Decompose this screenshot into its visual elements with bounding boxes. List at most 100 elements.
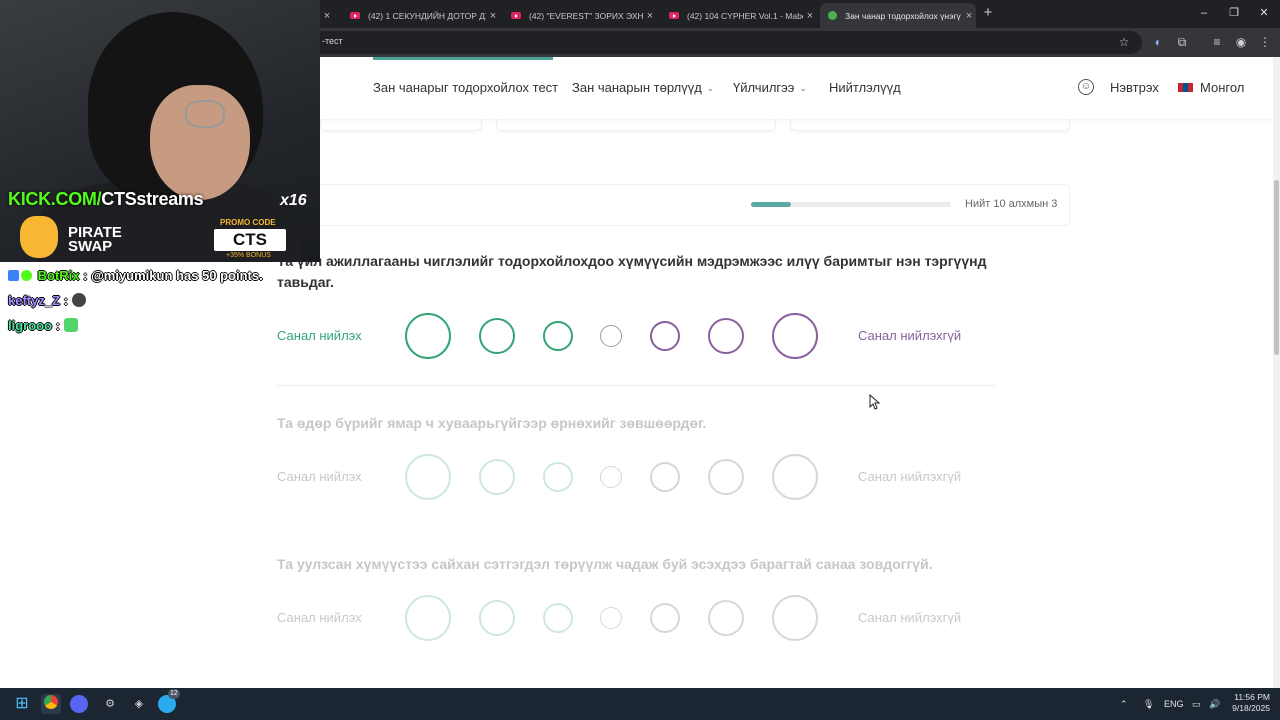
answer-option-5[interactable] [650, 603, 680, 633]
clock-time: 11:56 PM [1234, 692, 1270, 702]
promo-label: PROMO CODE [220, 218, 276, 227]
answer-option-5[interactable] [650, 462, 680, 492]
login-link[interactable]: Нэвтрэх [1110, 80, 1159, 95]
kick-channel-name: CTSstreams [101, 189, 204, 209]
answer-option-7[interactable] [772, 595, 818, 641]
disagree-label: Санал нийлэхгүй [858, 610, 962, 625]
close-icon[interactable]: × [803, 10, 817, 22]
answer-option-2[interactable] [479, 600, 515, 636]
star-icon[interactable]: ☆ [1115, 33, 1133, 51]
discord-icon[interactable] [70, 695, 88, 713]
tab-youtube-2[interactable]: (42) "EVEREST" ЗОРИХ ЭХНИЙ × [503, 3, 657, 28]
chrome-icon[interactable] [41, 694, 61, 714]
streamer-webcam-overlay: KICK.COM/CTSstreams x16 PIRATE SWAP PROMO… [0, 0, 320, 262]
screen: × (42) 1 СЕКУНДИЙН ДОТОР ДУ × (42) "EVER… [0, 0, 1280, 720]
mod-badge-icon [8, 270, 19, 281]
youtube-icon [511, 12, 521, 19]
youtube-icon [669, 12, 679, 19]
app-icon[interactable]: ⚙ [100, 694, 120, 714]
answer-option-3[interactable] [543, 462, 573, 492]
window-close-button[interactable]: ✕ [1254, 5, 1274, 21]
chat-username: BotRix [37, 268, 80, 283]
agree-label: Санал нийлэх [277, 328, 362, 343]
card-edge [320, 119, 482, 131]
answer-option-4[interactable] [600, 325, 622, 347]
verified-badge-icon [21, 270, 32, 281]
answer-option-2[interactable] [479, 318, 515, 354]
answer-option-3[interactable] [543, 603, 573, 633]
answer-option-1[interactable] [405, 595, 451, 641]
question-3-text: Та уулзсан хүмүүстээ сайхан сэтгэгдэл тө… [277, 556, 933, 572]
answer-option-2[interactable] [479, 459, 515, 495]
pirate-mascot-icon [20, 216, 58, 258]
sponsor-name: PIRATE SWAP [68, 225, 122, 254]
volume-icon[interactable]: 🔊 [1209, 699, 1220, 710]
tab-title: (42) "EVEREST" ЗОРИХ ЭХНИЙ [529, 10, 643, 21]
answer-option-5[interactable] [650, 321, 680, 351]
tab-partial-close[interactable]: × [320, 3, 338, 28]
nav-services-label: Үйлчилгээ [733, 80, 795, 95]
close-icon[interactable]: × [643, 10, 657, 22]
youtube-icon [350, 12, 360, 19]
chevron-up-icon[interactable]: ⌃ [1120, 699, 1128, 710]
streamer-glasses [185, 100, 225, 128]
address-bar[interactable] [300, 31, 1142, 54]
chat-separator: : [55, 318, 61, 333]
steam-icon[interactable]: ◈ [129, 694, 149, 714]
tab-youtube-1[interactable]: (42) 1 СЕКУНДИЙН ДОТОР ДУ × [342, 3, 500, 28]
answer-option-6[interactable] [708, 318, 744, 354]
nav-types-label: Зан чанарын төрлүүд [572, 80, 702, 95]
nav-services-link[interactable]: Үйлчилгээ ⌄ [733, 80, 807, 95]
answer-option-6[interactable] [708, 600, 744, 636]
answer-option-4[interactable] [600, 607, 622, 629]
disagree-label: Санал нийлэхгүй [858, 328, 962, 343]
answer-option-7[interactable] [772, 313, 818, 359]
mongolia-flag-icon [1178, 83, 1193, 92]
kick-channel-banner: KICK.COM/CTSstreams [8, 189, 204, 210]
read-aloud-icon[interactable]: ◖ [1148, 33, 1166, 51]
chat-username: keftyz_Z [8, 293, 61, 308]
progress-bar [751, 202, 951, 207]
system-clock[interactable]: 11:56 PM 9/18/2025 [1228, 692, 1270, 714]
close-icon[interactable]: × [320, 10, 334, 22]
accessibility-icon[interactable]: ☺ [1078, 79, 1094, 95]
input-language[interactable]: ENG [1164, 699, 1184, 709]
answer-option-7[interactable] [772, 454, 818, 500]
minimize-button[interactable]: – [1194, 5, 1214, 21]
tab-personality-test[interactable]: Зан чанар тодорхойлох үнэгү × [820, 3, 976, 28]
answer-option-1[interactable] [405, 454, 451, 500]
answer-option-6[interactable] [708, 459, 744, 495]
chevron-down-icon: ⌄ [799, 83, 807, 93]
answer-option-1[interactable] [405, 313, 451, 359]
address-text[interactable]: -тест [322, 36, 343, 46]
extensions-icon[interactable]: ⧉ [1173, 33, 1191, 51]
tab-title: (42) 1 СЕКУНДИЙН ДОТОР ДУ [368, 10, 486, 21]
new-tab-button[interactable]: + [980, 5, 996, 21]
nav-articles-link[interactable]: Нийтлэлүүд [829, 80, 901, 95]
page-scrollbar[interactable] [1273, 57, 1280, 688]
network-icon[interactable]: ▭ [1192, 699, 1201, 710]
maximize-button[interactable]: ❐ [1224, 5, 1244, 21]
profile-avatar-icon[interactable]: ◉ [1232, 33, 1250, 51]
menu-kebab-icon[interactable]: ⋮ [1256, 33, 1274, 51]
language-selector[interactable]: Монгол [1200, 80, 1244, 95]
nav-test-link[interactable]: Зан чанарыг тодорхойлох тест [373, 80, 558, 95]
nav-types-link[interactable]: Зан чанарын төрлүүд ⌄ [572, 80, 714, 95]
windows-start-icon[interactable]: ⊞ [12, 694, 32, 714]
microphone-icon[interactable]: 🎙 [1143, 699, 1154, 710]
tab-title: (42) 104 CYPHER Vol.1 - Maber [687, 10, 803, 21]
disagree-label: Санал нийлэхгүй [858, 469, 962, 484]
chat-message: BotRix : @miyumikun has 50 points. [8, 268, 263, 283]
close-icon[interactable]: × [486, 10, 500, 22]
answer-option-4[interactable] [600, 466, 622, 488]
scrollbar-thumb[interactable] [1274, 180, 1279, 355]
telegram-icon[interactable]: 12 [158, 689, 180, 713]
question-divider [277, 385, 995, 386]
chat-username: ligrooo [8, 318, 53, 333]
tab-youtube-3[interactable]: (42) 104 CYPHER Vol.1 - Maber × [661, 3, 817, 28]
media-icon[interactable]: ≡ [1208, 33, 1226, 51]
windows-taskbar [0, 688, 1280, 720]
answer-option-3[interactable] [543, 321, 573, 351]
chat-separator: : [63, 293, 68, 308]
close-icon[interactable]: × [962, 10, 976, 22]
